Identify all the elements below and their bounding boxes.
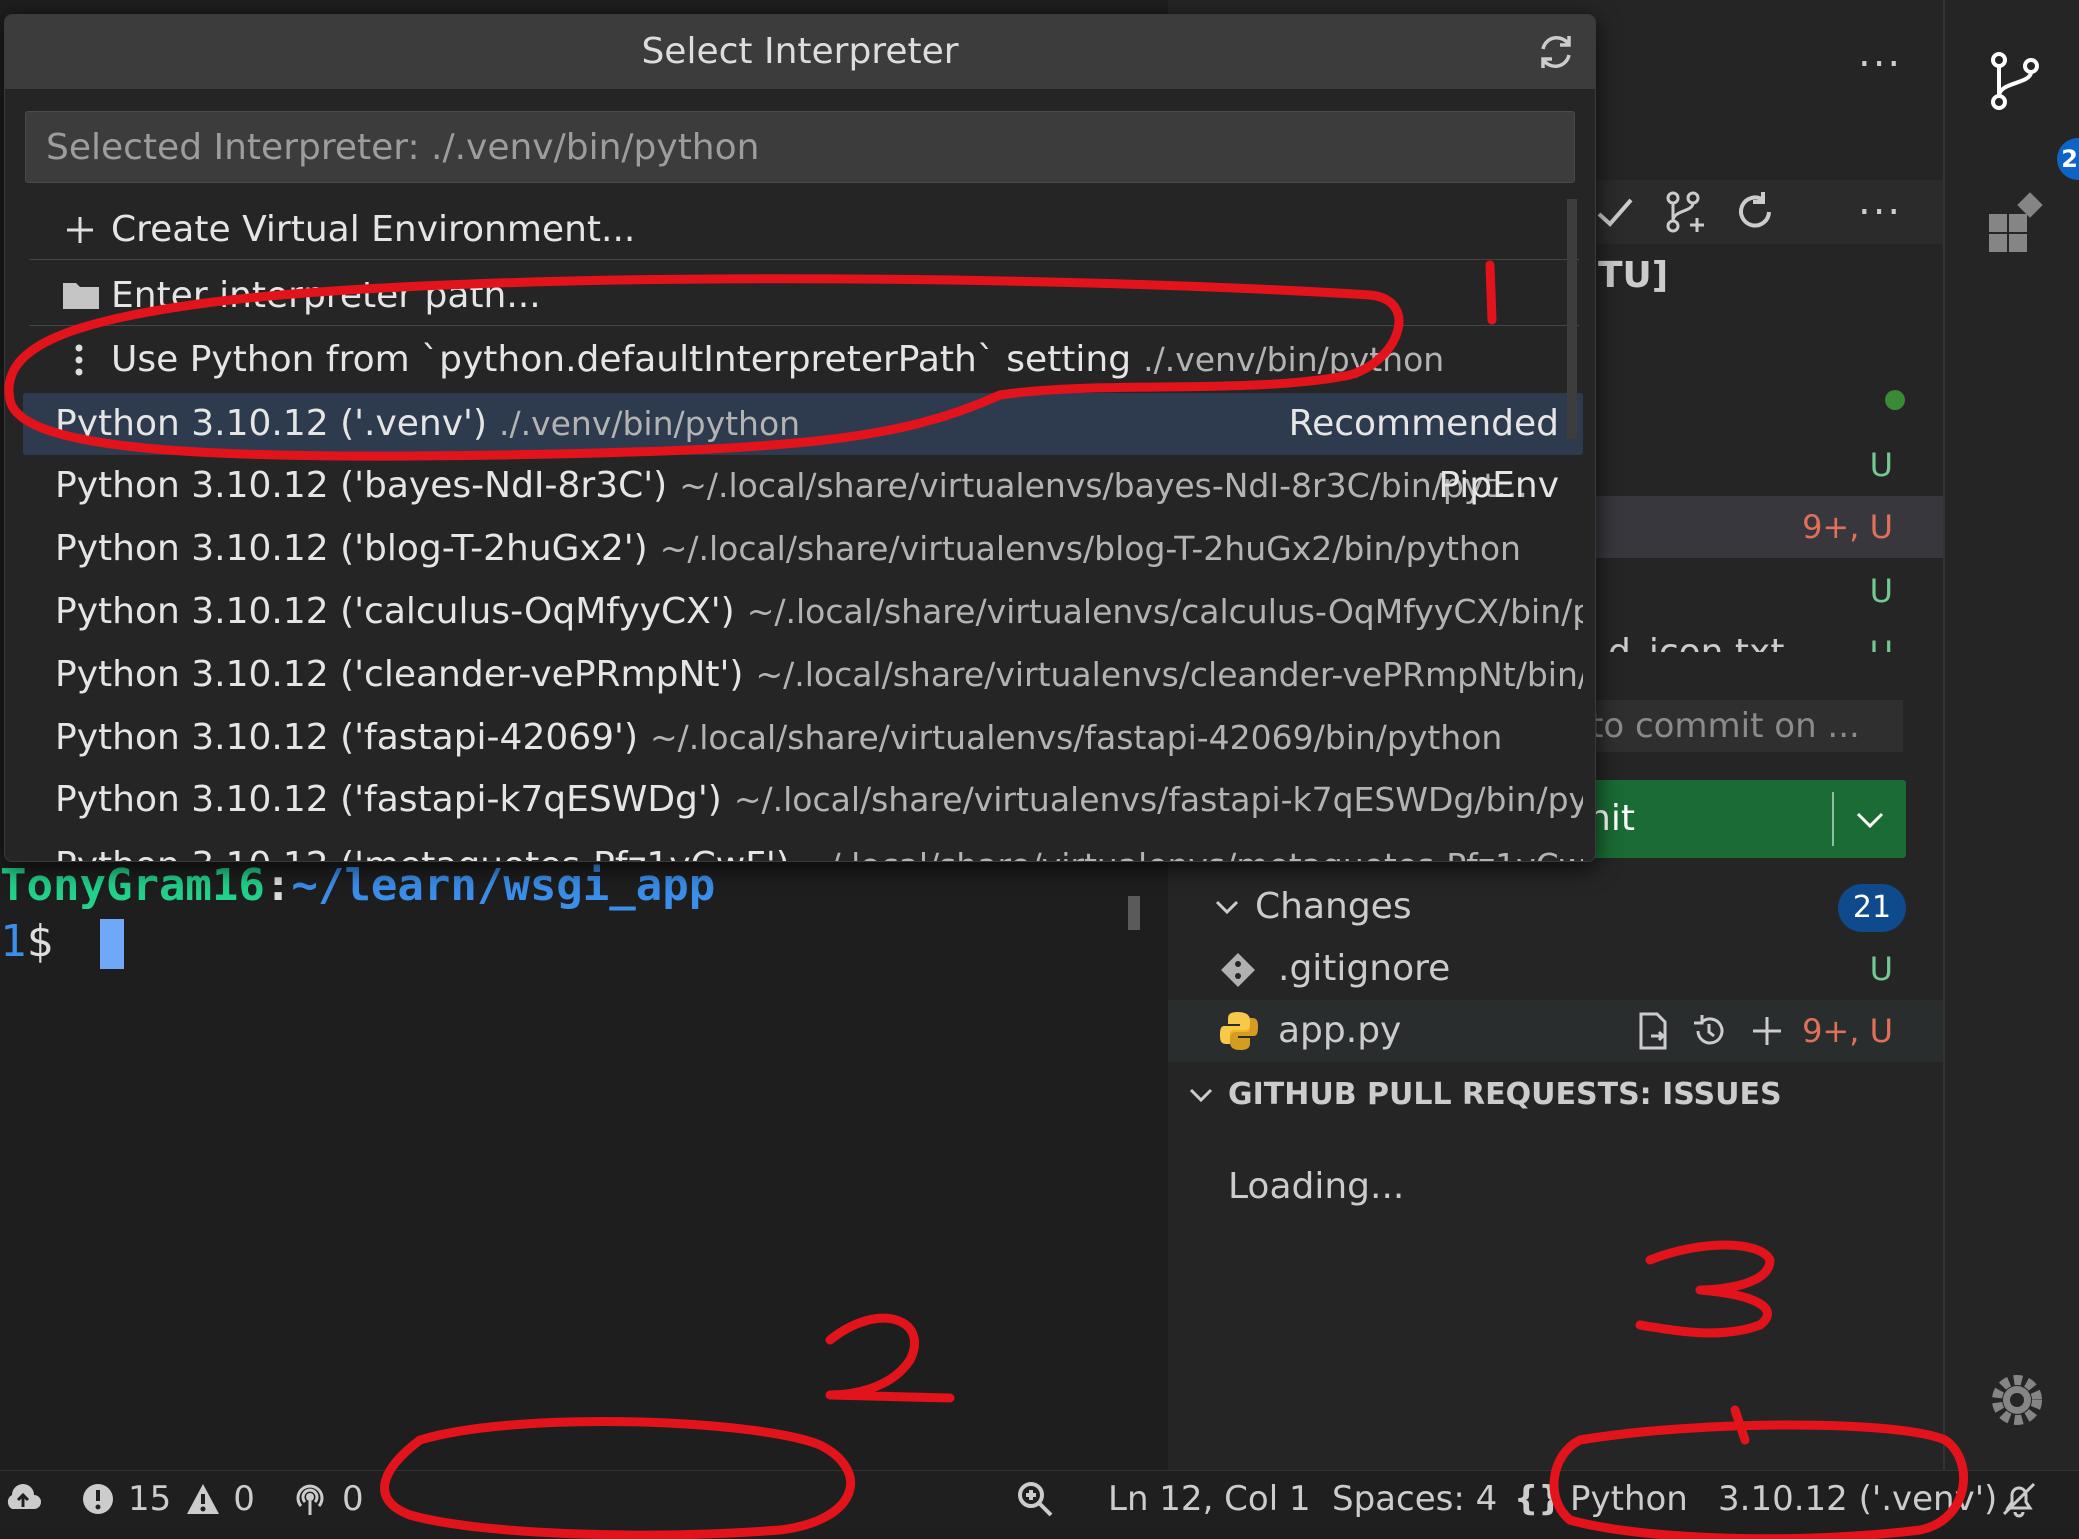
enter-path-option[interactable]: Enter interpreter path... — [23, 265, 1583, 327]
activity-bar: 21 — [1943, 0, 2079, 1470]
error-icon — [80, 1481, 116, 1517]
terminal-panel[interactable]: TonyGram16:~/learn/wsgi_app 1$ — [0, 860, 1168, 1470]
interpreter-option[interactable]: Python 3.10.12 ('metaquotes-Pfz1vCwF')~/… — [23, 835, 1583, 861]
separator — [29, 259, 1579, 260]
discard-changes-icon[interactable] — [1690, 1012, 1728, 1050]
problems-indicator[interactable]: 15 0 — [80, 1471, 255, 1527]
terminal-separator: : — [264, 860, 292, 911]
stage-changes-icon[interactable] — [1748, 1012, 1786, 1050]
plus-icon — [65, 215, 95, 245]
more-vertical-icon — [73, 343, 85, 377]
default-path-setting-option[interactable]: Use Python from `python.defaultInterpret… — [23, 329, 1583, 391]
interpreter-option[interactable]: Python 3.10.12 ('calculus-OqMfyyCX') ~/.l… — [23, 581, 1583, 643]
chevron-down-icon — [1188, 1082, 1214, 1108]
interpreter-option[interactable]: Python 3.10.12 ('blog-T-2huGx2') ~/.local… — [23, 518, 1583, 580]
ports-indicator[interactable]: 0 — [292, 1471, 364, 1527]
interpreter-option[interactable]: Python 3.10.12 ('bayes-NdI-8r3C') ~/.loca… — [23, 455, 1583, 517]
interpreter-option[interactable]: Python 3.10.12 ('.venv') ./.venv/bin/pyth… — [23, 393, 1583, 455]
changes-section-header[interactable]: Changes 21 — [1168, 876, 1943, 938]
terminal-prompt-line: TonyGram16:~/learn/wsgi_app — [0, 860, 715, 911]
quickpick-title: Select Interpreter — [5, 15, 1595, 89]
status-bar: 15 0 0 Ln 12, Col 1 Spaces: 4 {} Python … — [0, 1470, 2079, 1527]
git-file-icon — [1218, 950, 1258, 990]
terminal-scrollbar[interactable] — [1128, 896, 1140, 930]
scm-count-badge: 21 — [2057, 138, 2079, 180]
zoom-icon[interactable] — [1016, 1471, 1054, 1527]
indentation-setting[interactable]: Spaces: 4 — [1332, 1471, 1497, 1527]
open-file-icon[interactable] — [1633, 1012, 1671, 1050]
repo-branch-label: TU] — [1598, 255, 1669, 296]
sync-dot — [1885, 390, 1905, 410]
source-control-icon[interactable]: 21 — [1985, 50, 2079, 180]
language-mode[interactable]: Python — [1570, 1471, 1688, 1527]
language-braces-icon[interactable]: {} — [1514, 1471, 1562, 1527]
commit-button-divider — [1832, 792, 1834, 846]
terminal-cursor — [99, 919, 124, 969]
file-row-gitignore[interactable]: .gitignore U — [1168, 938, 1943, 1000]
select-interpreter-quickpick: Select Interpreter Selected Interpreter:… — [4, 14, 1596, 862]
refresh-icon[interactable] — [1535, 31, 1577, 73]
scm-toolbar-more[interactable]: ... — [1858, 178, 1902, 224]
quickpick-scrollbar[interactable] — [1567, 199, 1577, 439]
cursor-position[interactable]: Ln 12, Col 1 — [1108, 1471, 1311, 1527]
terminal-user: TonyGram16 — [0, 860, 265, 911]
chevron-down-icon — [1214, 894, 1240, 920]
broadcast-icon — [292, 1481, 328, 1517]
notifications-bell-icon[interactable] — [2000, 1471, 2038, 1527]
separator — [29, 325, 1579, 326]
cloud-sync-icon[interactable] — [4, 1471, 42, 1527]
create-branch-icon[interactable] — [1663, 190, 1707, 234]
recommended-label: Recommended — [1288, 403, 1559, 444]
terminal-input-line[interactable]: 1$ — [0, 916, 124, 969]
folder-icon — [61, 279, 101, 311]
commit-check-icon[interactable] — [1593, 190, 1637, 234]
chevron-down-icon[interactable] — [1854, 804, 1886, 836]
python-file-icon — [1218, 1010, 1260, 1052]
github-pr-section-header[interactable]: GITHUB PULL REQUESTS: ISSUES — [1168, 1064, 1943, 1126]
interpreter-option[interactable]: Python 3.10.12 ('cleander-vePRmpNt') ~/.l… — [23, 644, 1583, 706]
scm-more-actions[interactable]: ... — [1858, 30, 1902, 76]
create-venv-option[interactable]: Create Virtual Environment... — [23, 199, 1583, 261]
terminal-path: ~/learn/wsgi_app — [291, 860, 716, 911]
pipenv-label: PipEnv — [1438, 465, 1559, 506]
warning-icon — [185, 1482, 221, 1516]
file-row-app-py[interactable]: app.py 9+, U — [1168, 1000, 1943, 1062]
refresh-icon[interactable] — [1733, 190, 1777, 234]
interpreter-option[interactable]: Python 3.10.12 ('fastapi-k7qESWDg') ~/.lo… — [23, 769, 1583, 831]
interpreter-option[interactable]: Python 3.10.12 ('fastapi-42069') ~/.local… — [23, 707, 1583, 769]
python-interpreter-selector[interactable]: 3.10.12 ('.venv') — [1718, 1471, 1997, 1527]
changes-count-badge: 21 — [1838, 884, 1906, 932]
settings-gear-icon[interactable] — [1985, 1368, 2049, 1432]
extensions-icon[interactable] — [1985, 190, 2049, 254]
interpreter-filter-input[interactable]: Selected Interpreter: ./.venv/bin/python — [25, 111, 1575, 183]
github-loading-text: Loading... — [1228, 1166, 1405, 1207]
